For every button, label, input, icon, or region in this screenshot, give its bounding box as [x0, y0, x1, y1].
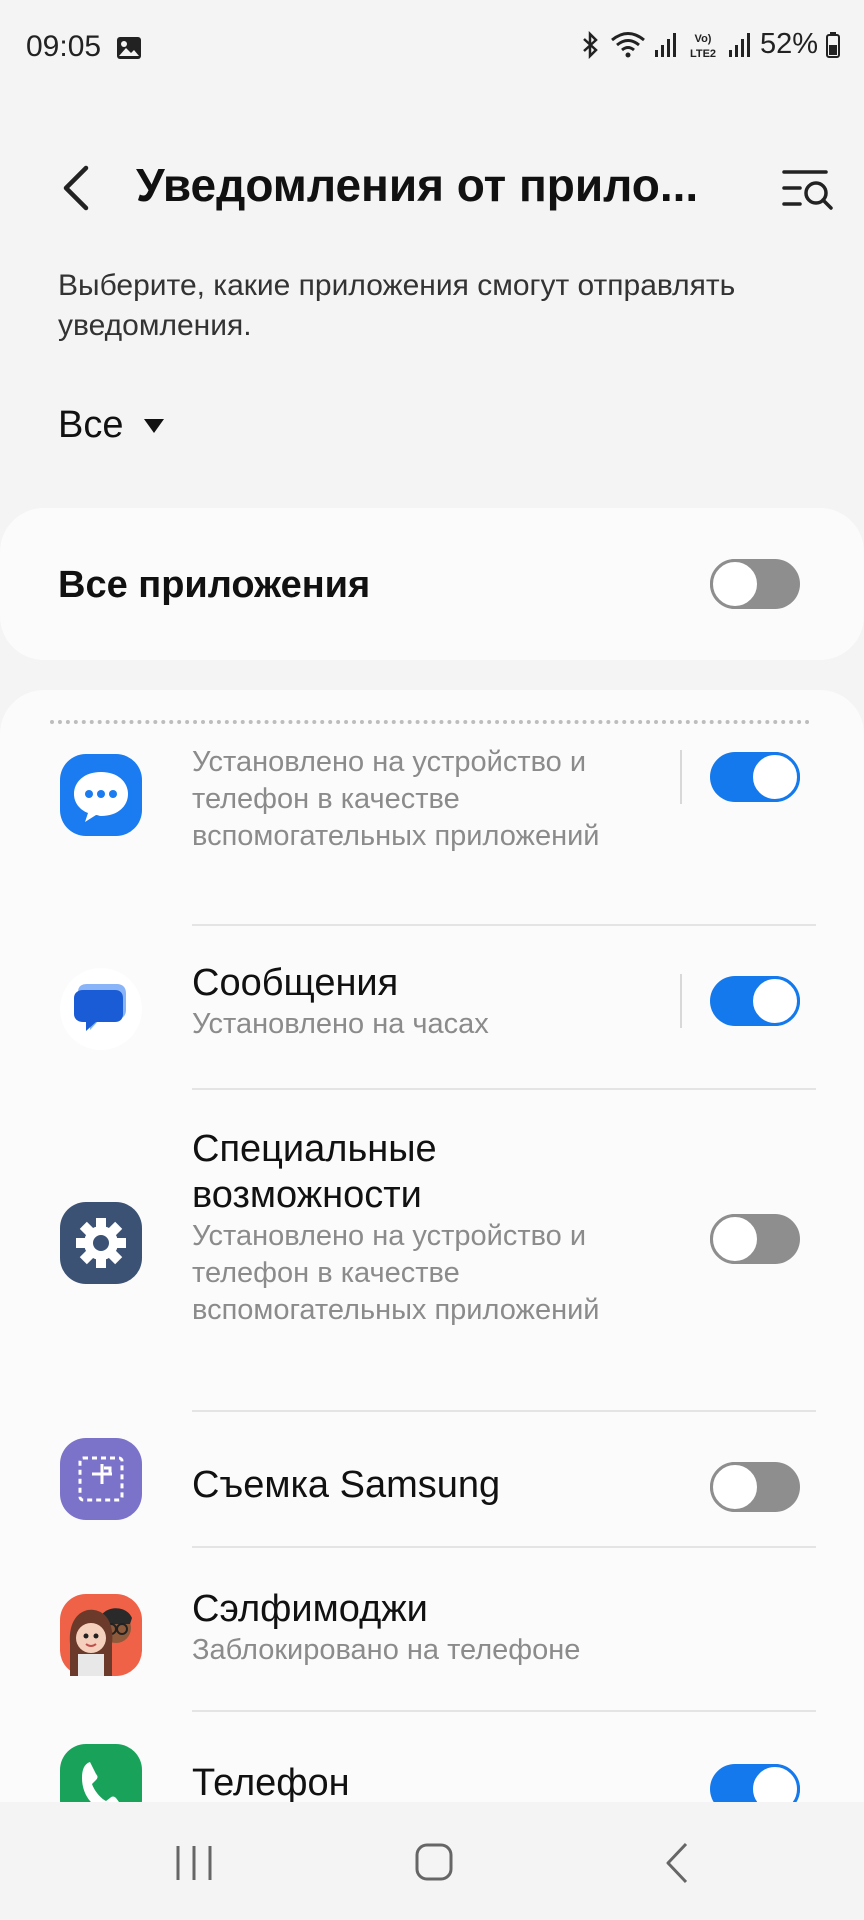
list-item[interactable]: Сообщения Установлено на часах: [0, 960, 864, 1070]
dotted-divider: [50, 720, 810, 724]
all-apps-label: Все приложения: [58, 564, 371, 606]
svg-text:LTE2: LTE2: [690, 48, 716, 60]
vertical-separator: [680, 750, 682, 804]
signal-icon: [654, 32, 676, 57]
list-item[interactable]: Съемка Samsung: [0, 1432, 864, 1542]
all-apps-toggle[interactable]: [710, 559, 800, 609]
app-subtitle: Установлено на часах: [192, 1008, 489, 1040]
svg-text:Vo): Vo): [695, 33, 712, 45]
row-divider: [192, 1088, 816, 1090]
app-name: Телефон: [192, 1762, 350, 1802]
app-name: Съемка Samsung: [192, 1464, 501, 1506]
app-subtitle: Заблокировано на телефоне: [192, 1634, 581, 1666]
accessibility-gear-icon: [60, 1202, 142, 1284]
samsung-messages-icon: [60, 754, 142, 836]
row-divider: [192, 1410, 816, 1412]
header: Уведомления от прило...: [0, 140, 864, 236]
row-divider: [192, 1710, 816, 1712]
back-button[interactable]: [52, 160, 104, 216]
app-subtitle: Установлено на устройство и телефон в ка…: [192, 1220, 600, 1326]
selfiemoji-icon: [60, 1594, 142, 1676]
volte-lte2-icon: Vo) LTE2: [690, 33, 716, 60]
bluetooth-icon: [583, 30, 598, 59]
app-toggle[interactable]: [710, 976, 800, 1026]
toggle-knob: [710, 1462, 760, 1512]
row-divider: [192, 924, 816, 926]
dropdown-triangle-icon: [144, 418, 165, 433]
app-subtitle: Установлено на устройство и телефон в ка…: [192, 746, 600, 852]
list-item[interactable]: Сэлфимоджи Заблокировано на телефоне: [0, 1586, 864, 1706]
list-item[interactable]: Телефон: [0, 1736, 864, 1802]
recent-apps-icon[interactable]: [174, 1844, 214, 1882]
app-name: Сообщения: [192, 962, 399, 1004]
chevron-left-icon: [63, 165, 89, 211]
list-item-texts: Сэлфимоджи Заблокировано на телефоне: [192, 1586, 632, 1669]
list-item-texts: Специальные возможности Установлено на у…: [192, 1126, 632, 1329]
phone-icon: [60, 1744, 142, 1802]
app-name: Специальные возможности: [192, 1128, 437, 1216]
list-item-texts: Установлено на устройство и телефон в ка…: [192, 744, 632, 855]
all-apps-card[interactable]: Все приложения: [0, 508, 864, 660]
list-search-icon[interactable]: [780, 164, 836, 214]
app-toggle[interactable]: [710, 1462, 800, 1512]
app-toggle[interactable]: [710, 1214, 800, 1264]
toggle-knob: [710, 559, 760, 609]
list-item[interactable]: Установлено на устройство и телефон в ка…: [0, 744, 864, 924]
vertical-separator: [680, 974, 682, 1028]
row-divider: [192, 1546, 816, 1548]
app-toggle[interactable]: [710, 752, 800, 802]
samsung-capture-icon: [60, 1438, 142, 1520]
filter-dropdown[interactable]: Все: [58, 404, 165, 447]
app-list: Установлено на устройство и телефон в ка…: [0, 690, 864, 1802]
home-icon[interactable]: [414, 1842, 454, 1882]
list-item-texts: Телефон: [192, 1760, 632, 1802]
signal-icon: [728, 32, 750, 57]
status-icons: Vo) LTE2 52%: [580, 28, 840, 61]
list-item-texts: Съемка Samsung: [192, 1462, 632, 1508]
status-time: 09:05: [26, 30, 102, 63]
toggle-knob: [750, 1764, 800, 1802]
list-item[interactable]: Специальные возможности Установлено на у…: [0, 1126, 864, 1362]
app-toggle[interactable]: [710, 1764, 800, 1802]
google-messages-icon: [60, 968, 142, 1050]
toggle-knob: [750, 752, 800, 802]
status-bar: 09:05 Vo) LTE2 52%: [0, 0, 864, 96]
battery-icon: [826, 31, 840, 58]
wifi-icon: [611, 31, 645, 57]
toggle-knob: [710, 1214, 760, 1264]
navigation-bar: [0, 1802, 864, 1920]
page-title: Уведомления от прило...: [136, 159, 699, 211]
image-icon: [117, 37, 141, 59]
filter-label: Все: [58, 404, 124, 446]
toggle-knob: [750, 976, 800, 1026]
back-icon[interactable]: [664, 1842, 690, 1884]
app-name: Сэлфимоджи: [192, 1588, 428, 1630]
list-item-texts: Сообщения Установлено на часах: [192, 960, 632, 1043]
page-description: Выберите, какие приложения смогут отправ…: [58, 269, 736, 342]
battery-percent: 52%: [759, 28, 818, 60]
